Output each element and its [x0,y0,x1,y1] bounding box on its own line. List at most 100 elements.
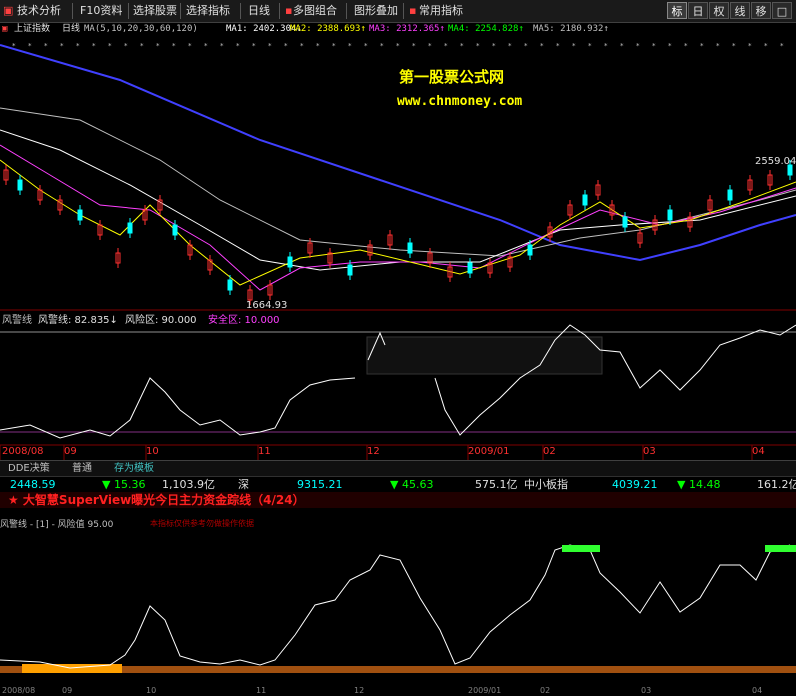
watermark-title: 第一股票公式网 [399,68,505,86]
bottom-date-0: 2008/08 [2,686,36,695]
candle-body [287,256,293,268]
date-label-0: 2008/08 [2,446,44,457]
legend-dot: * [348,42,352,50]
tab-select-stock[interactable]: 选择股票 [133,3,177,19]
legend-dot: * [268,42,272,50]
legend-dot: * [572,42,576,50]
legend-dot: * [300,42,304,50]
tab-daily[interactable]: 日线 [248,3,270,19]
menu-icon[interactable]: ▣ [3,3,13,19]
legend-dot: * [668,42,672,50]
sme-index-amount: 161.2亿 [757,478,796,491]
legend-dot: * [316,42,320,50]
legend-dot: * [76,42,80,50]
tab-select-indicator[interactable]: 选择指标 [186,3,230,19]
date-label-4: 12 [367,446,380,457]
scroll-banner[interactable]: ★ 大智慧SuperView曝光今日主力资金踪线（4/24） [0,492,796,508]
legend-dot: * [156,42,160,50]
indicator-line-1 [0,377,356,439]
legend-dot: * [396,42,400,50]
legend-dot: * [108,42,112,50]
watermark-url: www.chnmoney.com [397,94,523,109]
legend-dot: * [124,42,128,50]
legend-dot: * [780,42,784,50]
candle-body [667,209,673,221]
indicator-name: 风警线 [2,315,32,326]
bottom-date-2: 10 [146,686,157,695]
candle-body [347,264,353,276]
legend-dot: * [44,42,48,50]
candle-body [527,244,533,256]
legend-dot: * [60,42,64,50]
legend-dot: * [172,42,176,50]
btn-move[interactable]: 移 [751,2,771,19]
candle-body [582,194,588,206]
candle-body [17,179,23,191]
bottom-date-1: 09 [62,686,73,695]
multi-chart-icon: ▪ [285,4,293,17]
tab-save-template[interactable]: 存为模板 [114,462,154,476]
ma4-value: MA4: 2254.828↑ [448,24,524,34]
legend-dot: * [140,42,144,50]
tab-f10[interactable]: F10资料 [80,3,122,19]
legend-dot: * [460,42,464,50]
btn-mark[interactable]: 标 [667,2,687,19]
date-label-7: 03 [643,446,656,457]
btn-day[interactable]: 日 [688,2,708,19]
btn-line[interactable]: 线 [730,2,750,19]
scroll-banner-text[interactable]: ★ 大智慧SuperView曝光今日主力资金踪线（4/24） [8,492,305,508]
legend-dot: * [588,42,592,50]
tab-multi-chart[interactable]: 多图组合 [293,3,337,19]
risk-zone-label: 风险区: 90.000 [125,315,197,326]
legend-dot: * [252,42,256,50]
legend-dot: * [476,42,480,50]
ma3-value: MA3: 2312.365↑ [369,24,445,34]
candle-body [727,189,733,201]
legend-dot: * [444,42,448,50]
legend-dot: * [204,42,208,50]
date-label-6: 02 [543,446,556,457]
candle-body [172,224,178,236]
legend-dot: * [508,42,512,50]
legend-dot: * [620,42,624,50]
legend-dot: * [284,42,288,50]
legend-dot: * [684,42,688,50]
ma5-value: MA5: 2180.932↑ [533,24,609,34]
tab-technical-analysis[interactable]: 技术分析 [17,3,61,19]
btn-window[interactable]: □ [772,2,792,19]
legend-dot: * [28,42,32,50]
btn-rights[interactable]: 权 [709,2,729,19]
bottom-date-8: 04 [752,686,763,695]
main-chart-bg [0,22,796,310]
legend-dot: * [636,42,640,50]
indicator-icon: ▪ [409,4,417,17]
sme-index-change: ▼ 14.48 [677,478,721,491]
tab-overlay[interactable]: 图形叠加 [354,3,398,19]
tab-normal[interactable]: 普通 [72,462,92,476]
sz-index-value: 9315.21 [297,478,343,491]
candle-body [77,209,83,221]
legend-dot: * [412,42,416,50]
legend-dot: * [492,42,496,50]
legend-dot: * [604,42,608,50]
bottom-date-4: 12 [354,686,365,695]
ma2-value: MA2: 2388.693↑ [290,24,366,34]
sub-panel-label: 风警线 - [1] - 风险值 95.00 [0,520,114,530]
sub-panel-note: 本指标仅供参考勿做操作依据 [150,519,254,528]
legend-dot: * [236,42,240,50]
legend-dot: * [188,42,192,50]
candle-body [467,262,473,274]
bottom-date-5: 2009/01 [468,686,502,695]
legend-dot: * [540,42,544,50]
tab-dde-decision[interactable]: DDE决策 [8,462,50,476]
low-price-label: 1664.93 [246,300,288,311]
legend-dot: * [332,42,336,50]
legend-dot: * [364,42,368,50]
candle-body [622,216,628,228]
legend-dot: * [556,42,560,50]
date-label-2: 10 [146,446,159,457]
tab-common-indicators[interactable]: 常用指标 [419,3,463,19]
legend-dot: * [380,42,384,50]
sh-index-change: ▼ 15.36 [102,478,146,491]
sme-index-value: 4039.21 [612,478,658,491]
